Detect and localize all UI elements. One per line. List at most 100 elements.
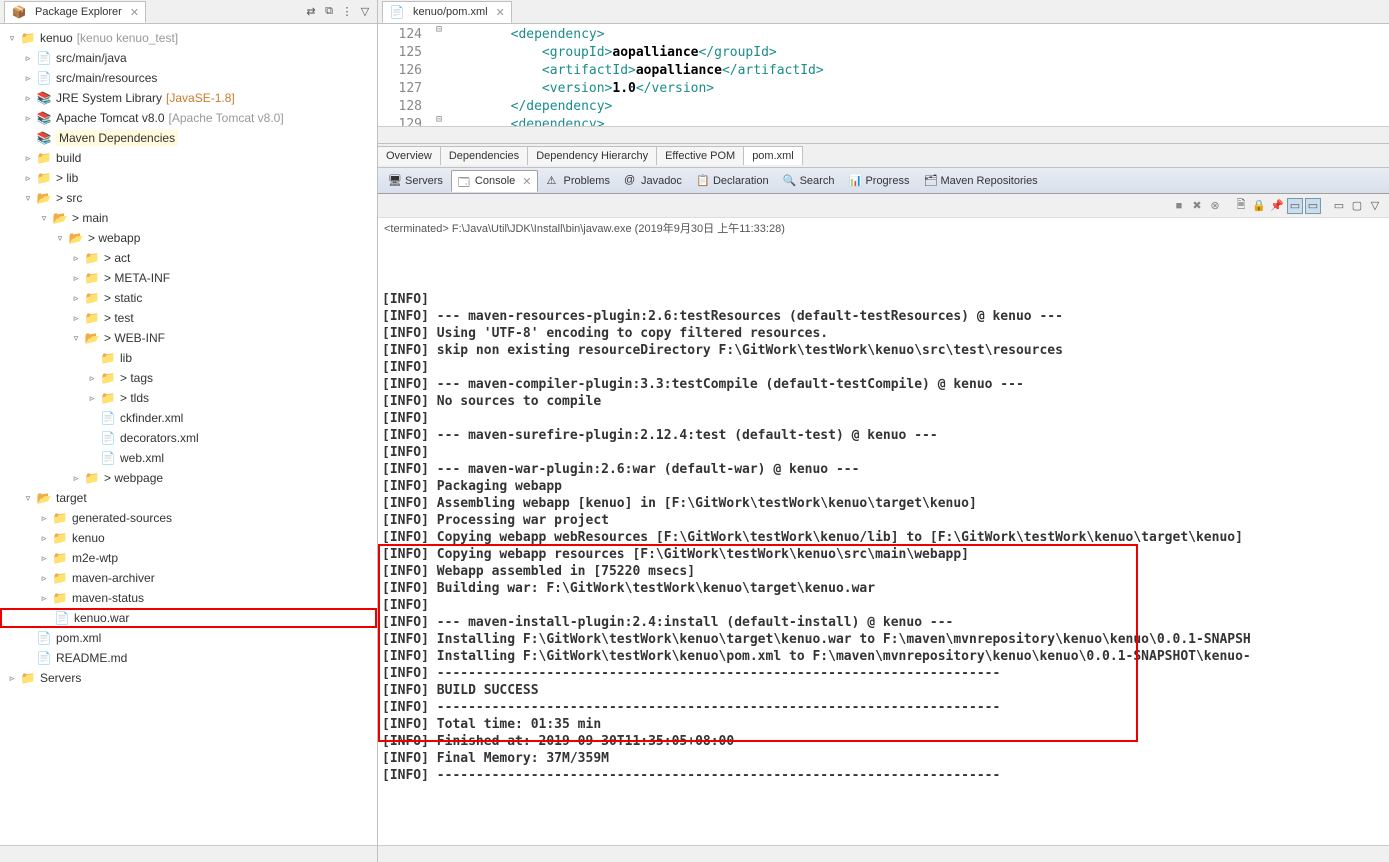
tab-effective-pom[interactable]: Effective POM xyxy=(656,146,744,165)
terminate-icon[interactable]: ■ xyxy=(1171,198,1187,214)
console-scrollbar-h[interactable] xyxy=(378,845,1389,862)
max-icon[interactable]: ▢ xyxy=(1349,198,1365,214)
editor-scrollbar-h[interactable] xyxy=(378,126,1389,143)
console-output[interactable]: [INFO][INFO] --- maven-resources-plugin:… xyxy=(378,238,1389,845)
tree-item[interactable]: ▹📁build xyxy=(0,148,377,168)
open-console-icon[interactable]: ▭ xyxy=(1305,198,1321,214)
tree-item[interactable]: ▹📚JRE System Library[JavaSE-1.8] xyxy=(0,88,377,108)
folder-icon: 📁 xyxy=(100,350,116,366)
scrollbar-horizontal[interactable] xyxy=(0,845,377,862)
console-line: [INFO] Webapp assembled in [75220 msecs] xyxy=(382,563,1385,580)
tree-item[interactable]: ▹📁kenuo xyxy=(0,528,377,548)
console-line: [INFO] --- maven-resources-plugin:2.6:te… xyxy=(382,308,1385,325)
xml-file-icon: 📄 xyxy=(100,430,116,446)
tree-item[interactable]: 📄README.md xyxy=(0,648,377,668)
tree-item[interactable]: ▹📁> act xyxy=(0,248,377,268)
tree-item[interactable]: ▹📄src/main/java xyxy=(0,48,377,68)
close-icon[interactable]: ✕ xyxy=(522,175,531,188)
console-line: [INFO] --- maven-compiler-plugin:3.3:tes… xyxy=(382,376,1385,393)
tree-item[interactable]: 📄ckfinder.xml xyxy=(0,408,377,428)
fold-column[interactable]: ⊟⊟ xyxy=(430,24,448,126)
tree-item[interactable]: 📁lib xyxy=(0,348,377,368)
tree-item[interactable]: ▿📂> main xyxy=(0,208,377,228)
tree-item[interactable]: 📄decorators.xml xyxy=(0,428,377,448)
tab-declaration[interactable]: 📋Declaration xyxy=(690,171,775,191)
tab-console[interactable]: 🗔Console✕ xyxy=(451,170,539,192)
pin-console-icon[interactable]: 📌 xyxy=(1269,198,1285,214)
scroll-lock-icon[interactable]: 🔒 xyxy=(1251,198,1267,214)
package-explorer-tab-header: 📦 Package Explorer ✕ ⇄ ⧉ ⋮ ▽ xyxy=(0,0,377,24)
tree-item[interactable]: ▹📁maven-archiver xyxy=(0,568,377,588)
tree-item[interactable]: 📄web.xml xyxy=(0,448,377,468)
bottom-panel: 🖥Servers 🗔Console✕ ⚠Problems @Javadoc 📋D… xyxy=(378,168,1389,862)
tree-item[interactable]: ▹📁generated-sources xyxy=(0,508,377,528)
collapse-all-icon[interactable]: ⇄ xyxy=(303,4,319,20)
tree-item[interactable]: ▿📂> src xyxy=(0,188,377,208)
tab-pom-xml[interactable]: pom.xml xyxy=(743,146,803,165)
package-explorer-tab[interactable]: 📦 Package Explorer ✕ xyxy=(4,1,146,23)
tree-item[interactable]: ▿📂> WEB-INF xyxy=(0,328,377,348)
display-selected-icon[interactable]: ▭ xyxy=(1287,198,1303,214)
code-content[interactable]: <dependency> <groupId>aopalliance</group… xyxy=(448,24,1389,126)
tree-item[interactable]: ▹📁> META-INF xyxy=(0,268,377,288)
close-icon[interactable]: ✕ xyxy=(496,6,505,19)
package-icon: 📦 xyxy=(11,4,27,20)
tree-item[interactable]: ▹📁> tlds xyxy=(0,388,377,408)
console-line: [INFO] --- maven-surefire-plugin:2.12.4:… xyxy=(382,427,1385,444)
folder-icon: 📁 xyxy=(100,390,116,406)
link-editor-icon[interactable]: ⧉ xyxy=(321,4,337,20)
tree-item[interactable]: ▹📄src/main/resources xyxy=(0,68,377,88)
tab-dependencies[interactable]: Dependencies xyxy=(440,146,528,165)
tree-item[interactable]: ▹📁m2e-wtp xyxy=(0,548,377,568)
tree-item[interactable]: ▹📁> test xyxy=(0,308,377,328)
tree-item[interactable]: ▿📂> webapp xyxy=(0,228,377,248)
tab-progress[interactable]: 📊Progress xyxy=(842,171,915,191)
tab-servers[interactable]: 🖥Servers xyxy=(382,171,449,191)
tree-item[interactable]: ▹📁> lib xyxy=(0,168,377,188)
editor-area: 📄 kenuo/pom.xml ✕ 124125126127128129 ⊟⊟ … xyxy=(378,0,1389,168)
clear-console-icon[interactable]: 🗎 xyxy=(1233,198,1249,214)
tree-item[interactable]: ▿📂target xyxy=(0,488,377,508)
min-icon[interactable]: ▭ xyxy=(1331,198,1347,214)
tab-maven-repos[interactable]: 🗂Maven Repositories xyxy=(917,171,1043,191)
line-numbers: 124125126127128129 xyxy=(378,24,430,126)
console-line: [INFO] skip non existing resourceDirecto… xyxy=(382,342,1385,359)
tree-item[interactable]: ▹📁> webpage xyxy=(0,468,377,488)
servers-node[interactable]: ▹📁Servers xyxy=(0,668,377,688)
project-node[interactable]: ▿📁kenuo[kenuo kenuo_test] xyxy=(0,28,377,48)
tree-item[interactable]: ▹📚Apache Tomcat v8.0[Apache Tomcat v8.0] xyxy=(0,108,377,128)
maven-icon: 🗂 xyxy=(923,174,937,188)
console-line: [INFO] ---------------------------------… xyxy=(382,699,1385,716)
tab-javadoc[interactable]: @Javadoc xyxy=(618,171,688,191)
tab-search[interactable]: 🔍Search xyxy=(777,171,841,191)
folder-icon: 📁 xyxy=(84,310,100,326)
folder-icon: 📁 xyxy=(52,570,68,586)
pom-editor-tabs: Overview Dependencies Dependency Hierarc… xyxy=(378,143,1389,167)
tree-item[interactable]: ▹📁maven-status xyxy=(0,588,377,608)
kenuo-war-file[interactable]: 📄kenuo.war xyxy=(0,608,377,628)
close-icon[interactable]: ✕ xyxy=(130,6,139,19)
tree-item[interactable]: 📄pom.xml xyxy=(0,628,377,648)
editor-tab[interactable]: 📄 kenuo/pom.xml ✕ xyxy=(382,1,512,23)
remove-launch-icon[interactable]: ✖ xyxy=(1189,198,1205,214)
tab-problems[interactable]: ⚠Problems xyxy=(540,171,615,191)
tree-item[interactable]: ▹📁> static xyxy=(0,288,377,308)
tree-item[interactable]: 📚Maven Dependencies xyxy=(0,128,377,148)
remove-all-icon[interactable]: ⊗ xyxy=(1207,198,1223,214)
source-folder-icon: 📄 xyxy=(36,50,52,66)
maven-project-icon: 📁 xyxy=(20,30,36,46)
tab-dep-hierarchy[interactable]: Dependency Hierarchy xyxy=(527,146,657,165)
view-menu-icon[interactable]: ▽ xyxy=(357,4,373,20)
folder-icon: 📁 xyxy=(20,670,36,686)
bottom-view-tabs: 🖥Servers 🗔Console✕ ⚠Problems @Javadoc 📋D… xyxy=(378,168,1389,194)
menu-icon[interactable]: ▽ xyxy=(1367,198,1383,214)
code-editor[interactable]: 124125126127128129 ⊟⊟ <dependency> <grou… xyxy=(378,24,1389,126)
folder-icon: 📁 xyxy=(52,590,68,606)
console-line: [INFO] Using 'UTF-8' encoding to copy fi… xyxy=(382,325,1385,342)
project-tree[interactable]: ▿📁kenuo[kenuo kenuo_test] ▹📄src/main/jav… xyxy=(0,24,377,845)
filter-icon[interactable]: ⋮ xyxy=(339,4,355,20)
tab-overview[interactable]: Overview xyxy=(377,146,441,165)
console-line: [INFO] Total time: 01:35 min xyxy=(382,716,1385,733)
console-icon: 🗔 xyxy=(458,174,472,188)
tree-item[interactable]: ▹📁> tags xyxy=(0,368,377,388)
